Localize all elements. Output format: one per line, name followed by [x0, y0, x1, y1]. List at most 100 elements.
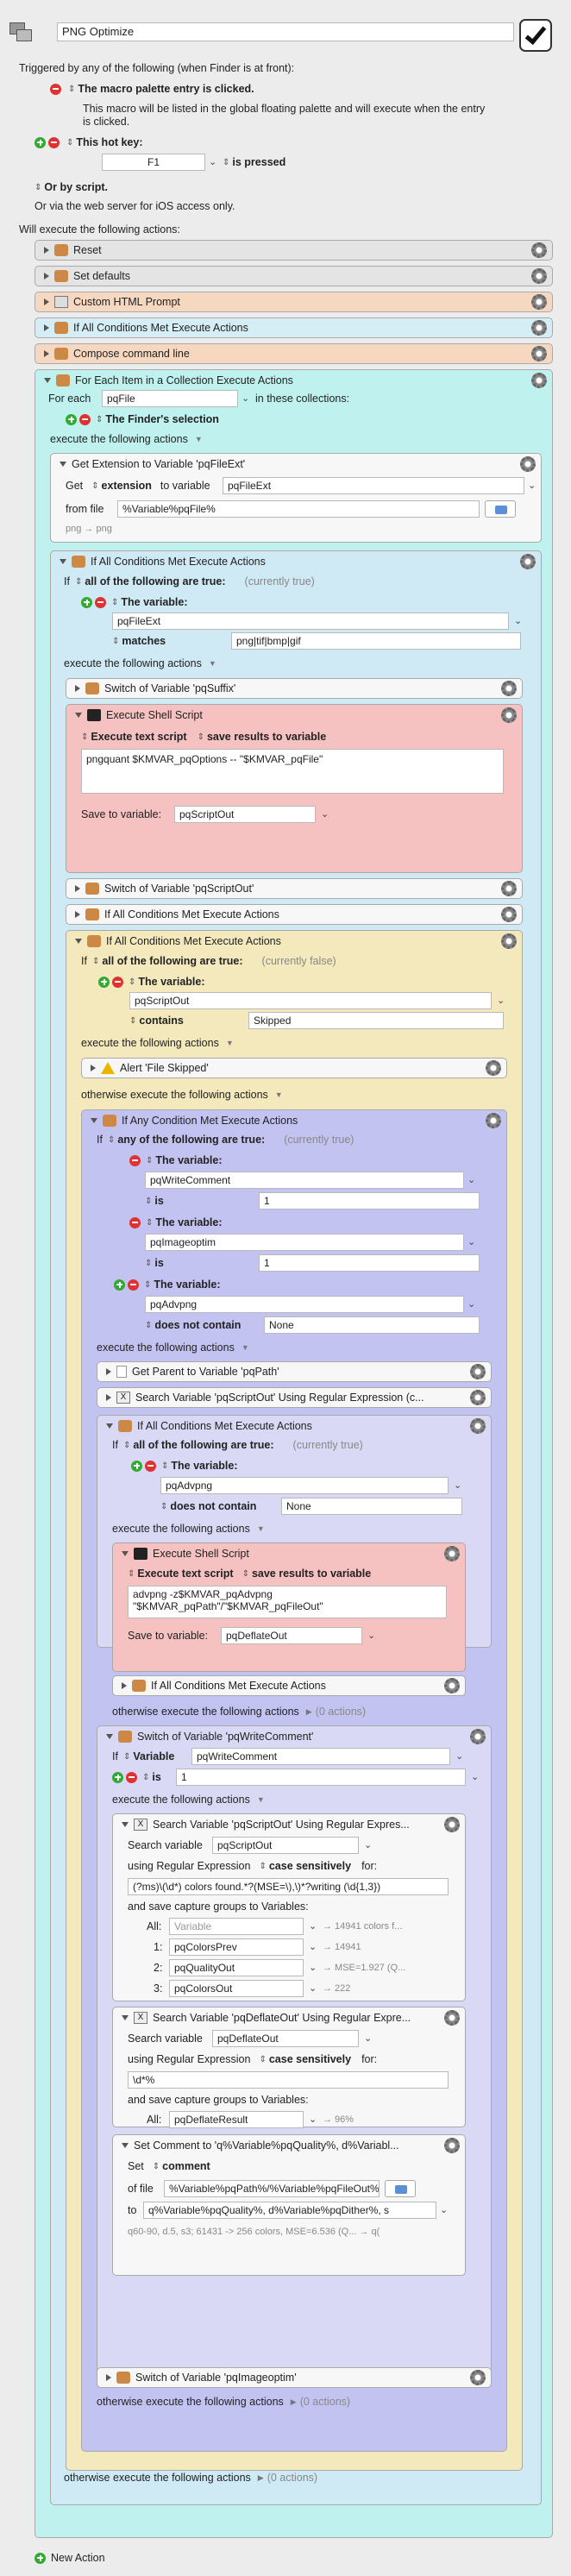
chevron-down-icon[interactable]: ⌄: [309, 1941, 317, 1952]
chevron-down-icon[interactable]: ⌄: [528, 480, 536, 491]
remove-trigger-button[interactable]: [48, 136, 60, 148]
gear-icon[interactable]: [444, 2138, 460, 2153]
action-switch-imageoptim[interactable]: Switch of Variable 'pqImageoptim': [97, 2367, 492, 2388]
group-3-field[interactable]: pqColorsOut: [169, 1980, 304, 1997]
chevron-down-icon[interactable]: ⌄: [455, 1750, 463, 1762]
disclosure-triangle-icon[interactable]: [60, 559, 66, 564]
folder-button[interactable]: [485, 500, 516, 518]
condition-type[interactable]: The variable:: [121, 596, 187, 608]
action-search-scriptout[interactable]: X Search Variable 'pqScriptOut' Using Reg…: [97, 1387, 492, 1408]
add-condition-button[interactable]: [131, 1460, 142, 1472]
case-popup[interactable]: case sensitively: [269, 2053, 351, 2065]
chevron-right-icon[interactable]: ▶: [306, 1707, 312, 1717]
disclosure-triangle-icon[interactable]: [44, 324, 49, 331]
search-var-field[interactable]: pqScriptOut: [212, 1837, 359, 1854]
gear-icon[interactable]: [444, 1817, 460, 1832]
trigger-script[interactable]: Or by script.: [44, 181, 108, 193]
chevron-down-icon[interactable]: ▼: [226, 1039, 234, 1047]
contains-field[interactable]: Skipped: [248, 1012, 504, 1029]
action-custom-html[interactable]: Custom HTML Prompt: [35, 292, 553, 312]
condition-value-field[interactable]: 1: [259, 1254, 480, 1272]
from-file-field[interactable]: %Variable%pqFile%: [117, 500, 480, 518]
gear-icon[interactable]: [470, 2370, 486, 2385]
remove-condition-button[interactable]: [129, 1154, 141, 1166]
add-case-button[interactable]: [112, 1771, 123, 1783]
comment-value-field[interactable]: q%Variable%pqQuality%, d%Variable%pqDith…: [143, 2202, 436, 2219]
gear-icon[interactable]: [470, 1729, 486, 1744]
hotkey-field[interactable]: F1: [102, 154, 205, 171]
new-action-button[interactable]: New Action: [35, 2552, 105, 2564]
disclosure-triangle-icon[interactable]: [75, 911, 80, 918]
extension-popup[interactable]: extension: [102, 480, 152, 492]
action-if-all[interactable]: If All Conditions Met Execute Actions: [35, 317, 553, 338]
disclosure-triangle-icon[interactable]: [106, 2374, 111, 2381]
chevron-down-icon[interactable]: ▼: [257, 1795, 265, 1804]
macro-name-field[interactable]: PNG Optimize: [57, 22, 514, 41]
matches-popup[interactable]: matches: [122, 635, 166, 647]
gear-icon[interactable]: [531, 242, 547, 258]
save-var-field[interactable]: pqScriptOut: [174, 806, 316, 823]
gear-icon[interactable]: [444, 1546, 460, 1561]
save-results-popup[interactable]: save results to variable: [207, 731, 326, 743]
remove-condition-button[interactable]: [145, 1460, 156, 1472]
gear-icon[interactable]: [520, 554, 536, 569]
script-mode-popup[interactable]: Execute text script: [137, 1568, 233, 1580]
script-mode-popup[interactable]: Execute text script: [91, 731, 186, 743]
chevron-right-icon[interactable]: ▶: [291, 2397, 297, 2407]
hotkey-mode[interactable]: is pressed: [232, 156, 286, 168]
condition-type[interactable]: The variable:: [138, 976, 204, 988]
group-2-field[interactable]: pqQualityOut: [169, 1959, 304, 1976]
remove-collection-button[interactable]: [79, 413, 91, 425]
gear-icon[interactable]: [501, 907, 517, 922]
disclosure-triangle-icon[interactable]: [75, 713, 82, 718]
chevron-down-icon[interactable]: ⌄: [514, 615, 522, 626]
add-condition-button[interactable]: [98, 976, 110, 988]
disclosure-triangle-icon[interactable]: [122, 1822, 129, 1827]
chevron-down-icon[interactable]: ⌄: [471, 1771, 479, 1782]
chevron-down-icon[interactable]: ⌄: [497, 995, 505, 1006]
disclosure-triangle-icon[interactable]: [44, 350, 49, 357]
case-popup[interactable]: case sensitively: [269, 1860, 351, 1872]
add-condition-button[interactable]: [81, 596, 92, 608]
regex-field[interactable]: \d*%: [128, 2071, 449, 2089]
gear-icon[interactable]: [520, 456, 536, 472]
chevron-down-icon[interactable]: ▼: [275, 1090, 283, 1099]
disclosure-triangle-icon[interactable]: [106, 1368, 111, 1375]
gear-icon[interactable]: [531, 294, 547, 310]
action-if-collapsed[interactable]: If All Conditions Met Execute Actions: [66, 904, 523, 925]
disclosure-triangle-icon[interactable]: [44, 298, 49, 305]
is-popup[interactable]: is: [154, 1257, 163, 1269]
condition-var-field[interactable]: pqWriteComment: [145, 1172, 464, 1189]
disclosure-triangle-icon[interactable]: [44, 378, 51, 383]
condition-type[interactable]: The variable:: [155, 1154, 222, 1166]
chevron-down-icon[interactable]: ⌄: [454, 1480, 461, 1491]
disclosure-triangle-icon[interactable]: [106, 1423, 113, 1429]
gear-icon[interactable]: [531, 320, 547, 336]
ext-var-field[interactable]: pqFileExt: [223, 477, 524, 494]
chevron-down-icon[interactable]: ▼: [209, 659, 216, 668]
does-not-contain-popup[interactable]: does not contain: [154, 1319, 241, 1331]
gear-icon[interactable]: [501, 933, 517, 949]
chevron-down-icon[interactable]: ⌄: [309, 1962, 317, 1973]
add-condition-button[interactable]: [114, 1279, 125, 1291]
remove-condition-button[interactable]: [112, 976, 123, 988]
regex-field[interactable]: (?ms)\(\d*) colors found.*?(MSE=\),\)*?w…: [128, 1878, 449, 1895]
disclosure-triangle-icon[interactable]: [122, 2015, 129, 2020]
chevron-down-icon[interactable]: ⌄: [242, 393, 249, 404]
disclosure-triangle-icon[interactable]: [106, 1734, 113, 1739]
add-trigger-button[interactable]: [35, 136, 46, 148]
chevron-right-icon[interactable]: ▶: [258, 2473, 264, 2483]
gear-icon[interactable]: [501, 681, 517, 696]
chevron-down-icon[interactable]: ⌄: [309, 2114, 317, 2125]
disclosure-triangle-icon[interactable]: [75, 885, 80, 892]
disclosure-triangle-icon[interactable]: [122, 2143, 129, 2148]
enable-checkbox[interactable]: [519, 19, 552, 52]
chevron-down-icon[interactable]: ⌄: [467, 1236, 475, 1247]
any-popup[interactable]: any of the following are true:: [117, 1134, 265, 1146]
remove-condition-button[interactable]: [95, 596, 106, 608]
gear-icon[interactable]: [501, 707, 517, 723]
save-results-popup[interactable]: save results to variable: [252, 1568, 371, 1580]
chevron-down-icon[interactable]: ⌄: [364, 1839, 372, 1850]
action-switch-suffix[interactable]: Switch of Variable 'pqSuffix': [66, 678, 523, 699]
chevron-down-icon[interactable]: ▼: [257, 1524, 265, 1533]
